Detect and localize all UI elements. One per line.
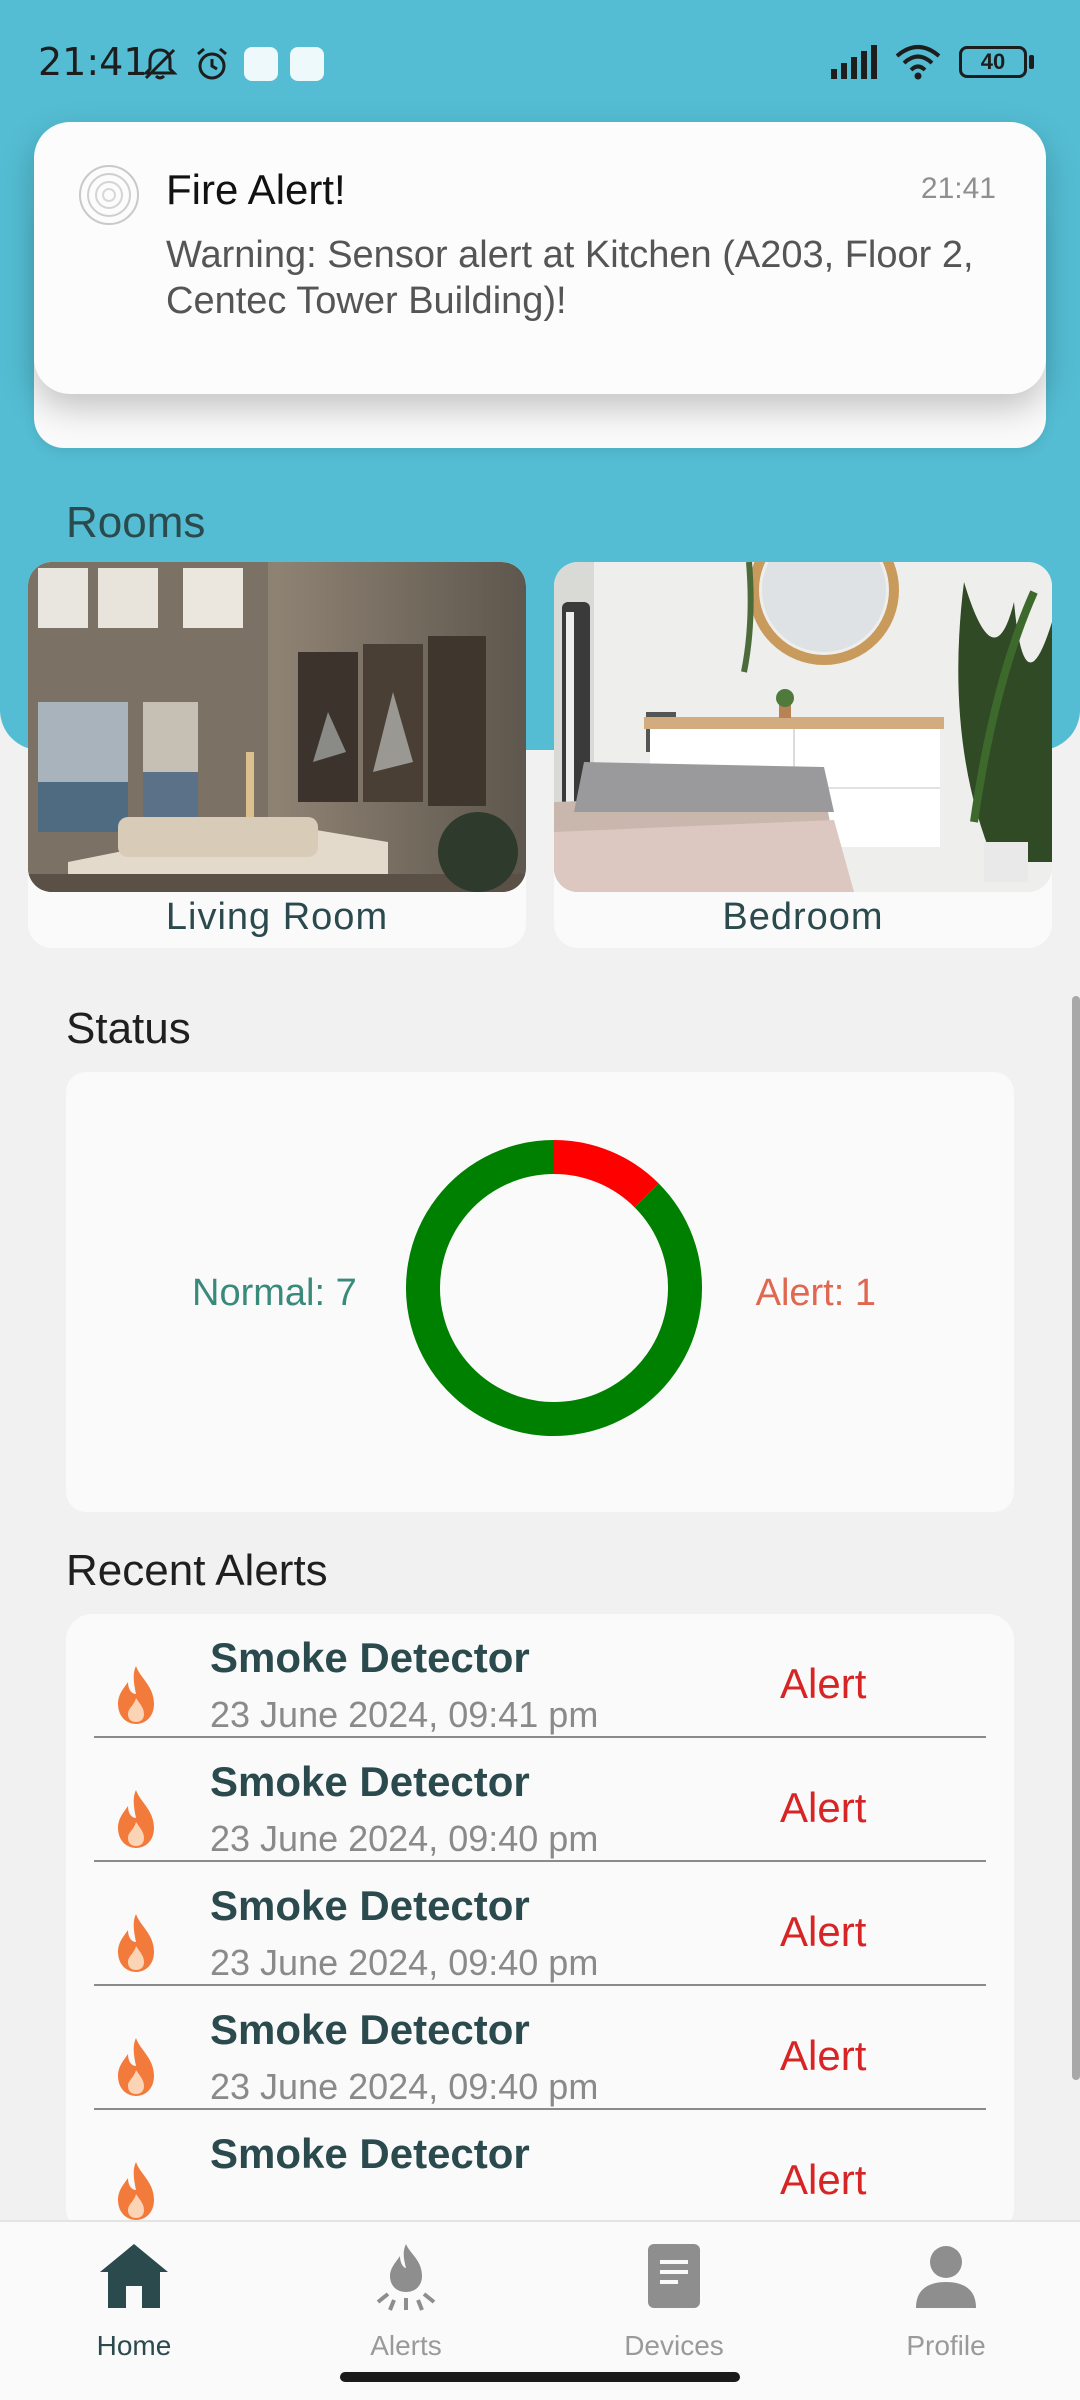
app-notification-icon	[244, 47, 278, 81]
bedroom-image	[554, 562, 1052, 892]
battery-icon: 40	[959, 46, 1034, 78]
alert-date: 23 June 2024, 09:41 pm	[210, 1694, 599, 1735]
room-card-living-room[interactable]: Living Room	[28, 562, 526, 948]
living-room-image	[28, 562, 526, 892]
room-label: Bedroom	[722, 896, 884, 938]
mute-icon	[142, 48, 178, 80]
devices-icon	[648, 2244, 700, 2308]
status-title: Status	[66, 1004, 191, 1053]
alert-date: 23 June 2024, 09:40 pm	[210, 1818, 599, 1859]
alert-row[interactable]: Smoke Detector 23 June 2024, 09:40 pm Al…	[94, 1986, 986, 2110]
nav-home[interactable]: Home	[34, 2236, 234, 2362]
battery-level: 40	[980, 49, 1006, 74]
room-label: Living Room	[165, 896, 389, 938]
nav-devices[interactable]: Devices	[574, 2236, 774, 2362]
nav-label: Alerts	[370, 2330, 442, 2361]
fire-icon	[118, 1914, 154, 1972]
alert-row[interactable]: Smoke Detector Alert	[94, 2110, 986, 2234]
alert-count: Alert: 1	[755, 1272, 876, 1314]
alert-device-name: Smoke Detector	[210, 1882, 530, 1929]
alert-device-name: Smoke Detector	[210, 1634, 530, 1681]
alert-status: Alert	[780, 1908, 867, 1955]
signal-icon	[831, 45, 877, 79]
rooms-title: Rooms	[66, 498, 206, 547]
app-notification-icon	[290, 47, 324, 81]
wifi-icon	[895, 45, 941, 80]
alert-status: Alert	[780, 1784, 867, 1831]
room-card-bedroom[interactable]: Bedroom	[554, 562, 1052, 948]
notification-banner[interactable]: Fire Alert! 21:41 Warning: Sensor alert …	[34, 122, 1046, 394]
status-card: Normal: 7 Alert: 1	[66, 1072, 1014, 1512]
profile-icon	[916, 2246, 976, 2308]
nav-profile[interactable]: Profile	[846, 2236, 1046, 2362]
alarm-icon	[197, 47, 227, 80]
alert-device-name: Smoke Detector	[210, 1758, 530, 1805]
home-icon	[100, 2244, 168, 2308]
nav-label: Devices	[624, 2330, 724, 2361]
alert-date: 23 June 2024, 09:40 pm	[210, 1942, 599, 1983]
alert-status: Alert	[780, 2032, 867, 2079]
fire-icon	[118, 2162, 154, 2220]
scrollbar[interactable]	[1072, 996, 1080, 2080]
app-icon	[79, 165, 139, 225]
gesture-home-bar[interactable]	[340, 2372, 740, 2382]
alert-status: Alert	[780, 1660, 867, 1707]
recent-alerts-title: Recent Alerts	[66, 1546, 328, 1595]
recent-alerts-list: Smoke Detector 23 June 2024, 09:41 pm Al…	[66, 1614, 1014, 2234]
nav-label: Profile	[906, 2330, 986, 2361]
normal-count: Normal: 7	[192, 1272, 357, 1314]
nav-alerts[interactable]: Alerts	[306, 2236, 506, 2362]
donut-slice-alert	[553, 1140, 659, 1208]
alert-device-name: Smoke Detector	[210, 2130, 530, 2177]
notification-time: 21:41	[920, 172, 996, 205]
fire-icon	[118, 1790, 154, 1848]
alert-status: Alert	[780, 2156, 867, 2203]
alert-row[interactable]: Smoke Detector 23 June 2024, 09:41 pm Al…	[94, 1614, 986, 1738]
alert-device-name: Smoke Detector	[210, 2006, 530, 2053]
alert-date: 23 June 2024, 09:40 pm	[210, 2066, 599, 2107]
fire-icon	[118, 2038, 154, 2096]
notification-title: Fire Alert!	[166, 166, 346, 213]
donut-slice-normal	[406, 1140, 702, 1436]
alerts-icon	[376, 2244, 436, 2311]
nav-label: Home	[96, 2330, 172, 2361]
status-time: 21:41	[38, 40, 148, 84]
notification-body: Warning: Sensor alert at Kitchen (A203, …	[166, 234, 974, 322]
alert-row[interactable]: Smoke Detector 23 June 2024, 09:40 pm Al…	[94, 1862, 986, 1986]
status-donut-chart	[406, 1140, 702, 1436]
fire-icon	[118, 1666, 154, 1724]
status-bar: 21:41 40	[0, 0, 1080, 120]
alert-row[interactable]: Smoke Detector 23 June 2024, 09:40 pm Al…	[94, 1738, 986, 1862]
